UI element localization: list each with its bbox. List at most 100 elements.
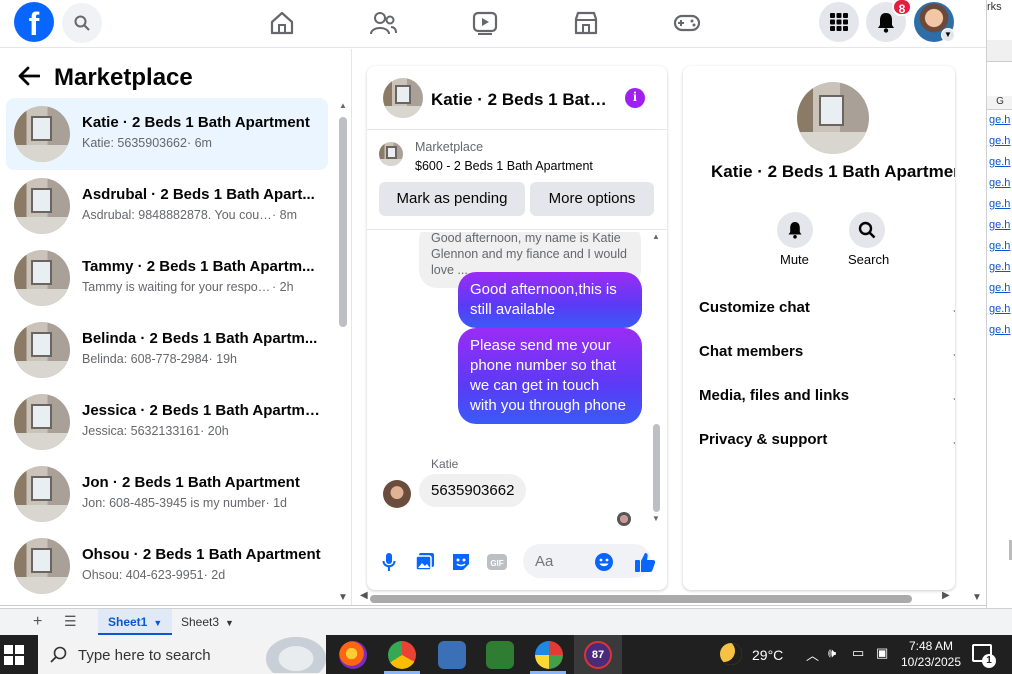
chevron-up-icon[interactable]: ︿ <box>806 645 819 664</box>
chevron-down-icon[interactable]: ▼ <box>941 28 955 42</box>
preview-text: Belinda: 608-778-2984 <box>82 352 209 366</box>
chart-app-icon[interactable] <box>486 641 514 669</box>
scroll-down-icon[interactable]: ▼ <box>972 592 982 603</box>
conversation-item[interactable]: Belinda · 2 Beds 1 Bath Apartm... Belind… <box>6 314 328 386</box>
conversation-item[interactable]: Jon · 2 Beds 1 Bath Apartment Jon: 608-4… <box>6 458 328 530</box>
listing-banner: Marketplace $600 - 2 Beds 1 Bath Apartme… <box>367 130 667 230</box>
sheet-cell-link[interactable]: ge.h <box>989 240 1010 252</box>
scroll-up-icon[interactable]: ▲ <box>339 101 347 110</box>
facebook-logo[interactable]: f <box>14 2 54 42</box>
tab-sheet3[interactable]: Sheet3 ▼ <box>171 609 244 635</box>
network-icon[interactable]: ▣ <box>876 645 888 661</box>
sheet-cell-link[interactable]: ge.h <box>989 177 1010 189</box>
listing-thumbnail <box>14 322 70 378</box>
sheet-cell-link[interactable]: ge.h <box>989 303 1010 315</box>
conversation-item[interactable]: Jessica · 2 Beds 1 Bath Apartment Jessic… <box>6 386 328 458</box>
preview-time: · 1d <box>265 496 287 510</box>
sheet-cell-link[interactable]: ge.h <box>989 324 1010 336</box>
conversation-item[interactable]: Tammy · 2 Beds 1 Bath Apartm... Tammy is… <box>6 242 328 314</box>
conversation-title: Jessica · 2 Beds 1 Bath Apartment <box>82 402 322 419</box>
more-options-button[interactable]: More options <box>530 182 654 216</box>
colorful-app-icon[interactable] <box>535 641 563 669</box>
chevron-down-icon[interactable]: ⌄ <box>951 434 955 448</box>
marketplace-nav-button[interactable] <box>571 8 601 38</box>
info-icon[interactable]: i <box>625 88 645 108</box>
scrollbar-thumb[interactable] <box>370 595 912 603</box>
sheet-cell-link[interactable]: ge.h <box>989 282 1010 294</box>
message-input[interactable] <box>523 544 651 578</box>
sticker-icon[interactable] <box>449 550 473 574</box>
sheet-cell-link[interactable]: ge.h <box>989 219 1010 231</box>
sheet-cell-link[interactable]: ge.h <box>989 114 1010 126</box>
listing-thumbnail[interactable] <box>379 142 403 166</box>
search-icon <box>858 221 876 239</box>
sheet-cell-link[interactable]: ge.h <box>989 156 1010 168</box>
sheet-scroll-up[interactable] <box>987 40 1012 62</box>
microphone-icon[interactable] <box>377 550 401 574</box>
conversation-preview: Asdrubal: 9848882878. You could... · 8m <box>82 208 322 222</box>
scroll-right-icon[interactable]: ▶ <box>942 590 950 601</box>
marketplace-icon <box>574 11 598 35</box>
gif-icon[interactable]: GIF <box>485 550 509 574</box>
listing-price[interactable]: $600 - 2 Beds 1 Bath Apartment <box>415 159 593 173</box>
sheet-cell-link[interactable]: ge.h <box>989 261 1010 273</box>
mark-as-pending-button[interactable]: Mark as pending <box>379 182 525 216</box>
back-arrow-icon[interactable] <box>18 65 41 93</box>
info-title: Katie · 2 Beds 1 Bath Apartment <box>711 162 955 181</box>
app-badge-icon[interactable]: 87 <box>584 641 612 669</box>
tab-sheet1[interactable]: Sheet1 ▼ <box>98 609 173 635</box>
taskbar-clock[interactable]: 7:48 AM 10/23/2025 <box>896 638 966 670</box>
customize-chat-row[interactable]: Customize chat <box>699 299 810 316</box>
photo-icon[interactable] <box>413 550 437 574</box>
listing-thumbnail-large[interactable] <box>797 82 869 154</box>
mute-button[interactable] <box>777 212 813 248</box>
scrollbar-thumb[interactable] <box>339 117 347 327</box>
scroll-down-icon[interactable]: ▼ <box>338 592 348 603</box>
chevron-down-icon[interactable]: ⌄ <box>951 346 955 360</box>
sheet-top-text: rks <box>987 1 1002 13</box>
conversation-item[interactable]: Asdrubal · 2 Beds 1 Bath Apart... Asdrub… <box>6 170 328 242</box>
chrome-icon[interactable] <box>388 641 416 669</box>
conversation-item[interactable]: Ohsou · 2 Beds 1 Bath Apartment Ohsou: 4… <box>6 530 328 602</box>
weather-text[interactable]: 29°C <box>752 647 783 663</box>
chevron-down-icon[interactable]: ⌄ <box>951 302 955 316</box>
scroll-up-icon[interactable]: ▲ <box>652 232 660 241</box>
privacy-support-row[interactable]: Privacy & support <box>699 431 827 448</box>
volume-icon[interactable]: 🕪 <box>828 645 836 661</box>
chat-title[interactable]: Katie · 2 Beds 1 Bath ... <box>431 90 611 110</box>
sheet-cell-link[interactable]: ge.h <box>989 198 1010 210</box>
conversation-item[interactable]: Katie · 2 Beds 1 Bath Apartment Katie: 5… <box>6 98 328 170</box>
gaming-nav-button[interactable] <box>672 8 702 38</box>
media-files-links-row[interactable]: Media, files and links <box>699 387 849 404</box>
windows-start-icon[interactable] <box>4 645 24 665</box>
meet-now-icon[interactable]: ▭ <box>852 645 864 661</box>
all-sheets-icon[interactable]: ☰ <box>64 613 77 630</box>
snow-leopard-illustration <box>266 637 326 673</box>
sidebar-scrollbar[interactable]: ▲ <box>338 101 348 601</box>
search-chat-button[interactable] <box>849 212 885 248</box>
paint-icon[interactable] <box>438 641 466 669</box>
chevron-down-icon[interactable]: ⌄ <box>951 390 955 404</box>
video-nav-button[interactable] <box>470 8 500 38</box>
home-nav-button[interactable] <box>267 8 297 38</box>
conversation-title: Tammy · 2 Beds 1 Bath Apartm... <box>82 258 315 275</box>
sender-avatar[interactable] <box>383 480 411 508</box>
emoji-icon[interactable] <box>592 550 616 574</box>
taskbar-search-box[interactable]: Type here to search <box>38 635 326 674</box>
scroll-left-icon[interactable]: ◀ <box>360 590 368 601</box>
scrollbar-thumb[interactable] <box>653 424 660 512</box>
search-button[interactable] <box>62 3 102 43</box>
scroll-down-icon[interactable]: ▼ <box>652 514 660 523</box>
firefox-icon[interactable] <box>339 641 367 669</box>
sheet-column-header[interactable]: G <box>987 96 1012 110</box>
preview-time: · 20h <box>200 424 229 438</box>
chat-members-row[interactable]: Chat members <box>699 343 803 360</box>
sheet-cell-link[interactable]: ge.h <box>989 135 1010 147</box>
chat-avatar[interactable] <box>383 78 423 118</box>
add-sheet-icon[interactable]: + <box>33 613 42 631</box>
messages-scrollbar[interactable]: ▲ ▼ <box>651 232 661 523</box>
menu-button[interactable] <box>819 2 859 42</box>
horizontal-scrollbar[interactable]: ◀ ▶ <box>360 590 956 604</box>
thumbs-up-icon[interactable] <box>633 550 657 574</box>
friends-nav-button[interactable] <box>368 8 398 38</box>
